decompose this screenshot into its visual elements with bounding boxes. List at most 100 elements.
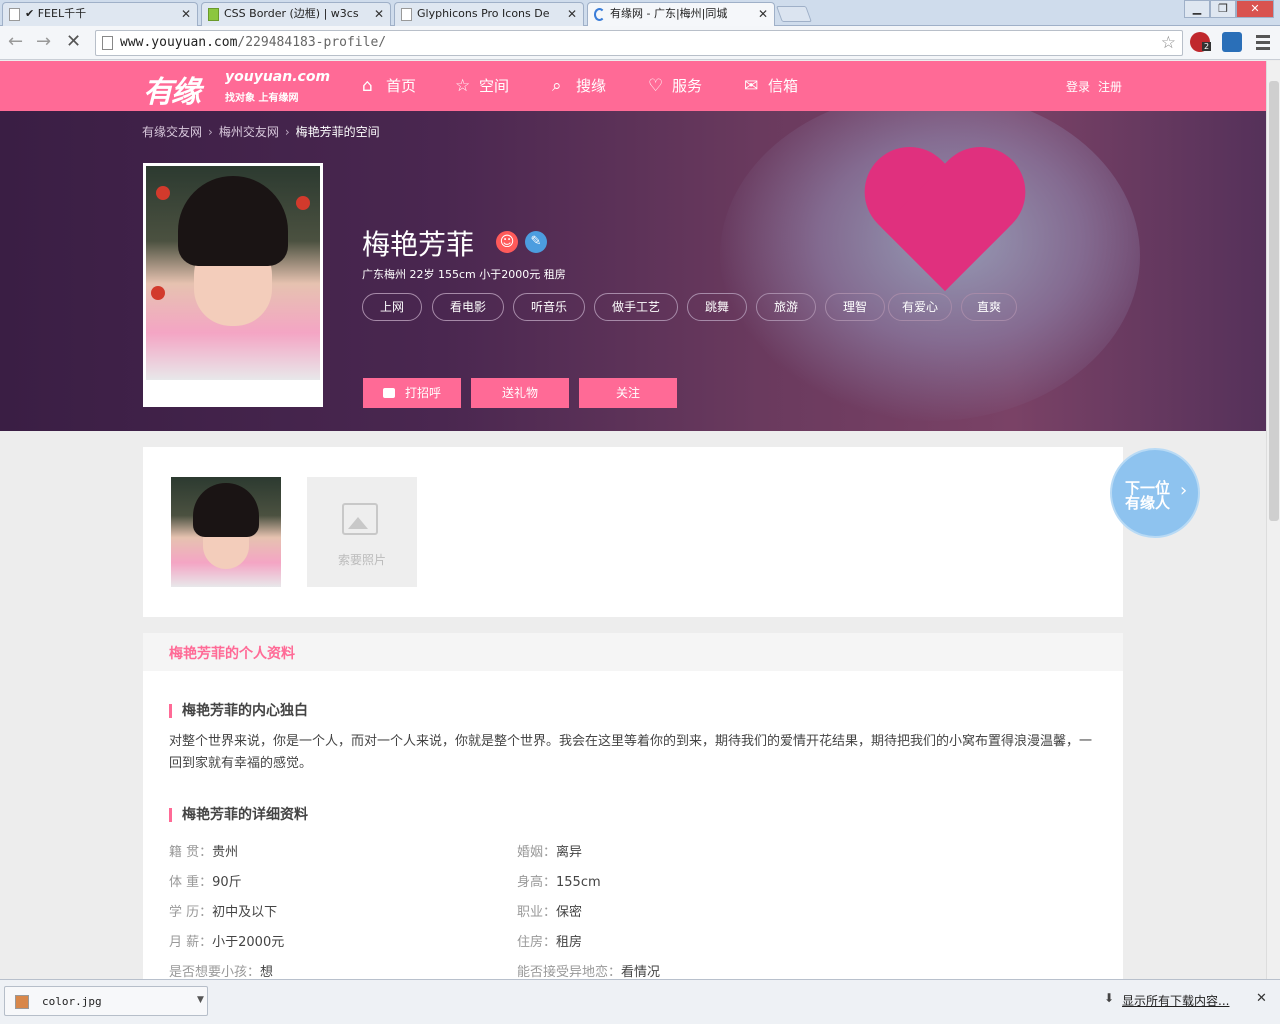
chat-icon (382, 388, 395, 398)
profile-header-title: 梅艳芳菲的个人资料 (169, 646, 295, 662)
image-file-icon (15, 995, 29, 1009)
minimize-button[interactable]: ▁ (1184, 0, 1210, 18)
bookmark-star-icon[interactable]: ☆ (1161, 33, 1176, 53)
home-icon: ⌂ (362, 76, 373, 96)
download-item[interactable]: color.jpg ▼ (4, 986, 208, 1016)
breadcrumb-home[interactable]: 有缘交友网 (142, 125, 202, 139)
logo-tagline: 找对象 上有缘网 (225, 93, 299, 104)
star-icon: ☆ (455, 76, 471, 96)
menu-icon[interactable] (1256, 32, 1270, 50)
loading-spinner-icon (594, 8, 605, 21)
new-tab-button[interactable] (776, 6, 812, 22)
tag: 理智 (825, 293, 885, 321)
smile-badge-icon[interactable]: ☺ (496, 231, 518, 253)
request-photo-button[interactable]: 索要照片 (307, 477, 417, 587)
profile-summary: 广东梅州 22岁 155cm 小于2000元 租房 (362, 268, 566, 281)
tag: 直爽 (961, 293, 1017, 321)
url-text[interactable]: www.youyuan.com/229484183-profile/ (120, 35, 386, 50)
field-hometown: 籍 贯：贵州 (169, 845, 239, 860)
field-long-distance: 能否接受异地恋：看情况 (517, 965, 661, 979)
close-download-bar-icon[interactable]: ✕ (1256, 991, 1267, 1006)
nav-service[interactable]: ♡ 服务 (648, 75, 702, 96)
tag: 做手工艺 (594, 293, 678, 321)
nav-search[interactable]: ⌕ 搜缘 (552, 75, 606, 96)
image-placeholder-icon (342, 503, 378, 535)
tab-youyuan[interactable]: 有缘网 - 广东|梅州|同城 ✕ (587, 2, 775, 26)
hair-shape (193, 483, 259, 537)
mail-icon: ✉ (744, 76, 759, 96)
breadcrumb-current: 梅艳芳菲的空间 (295, 125, 380, 139)
field-wants-children: 是否想要小孩：想 (169, 965, 274, 979)
tab-title: 有缘网 - 广东|梅州|同城 (610, 7, 728, 20)
close-tab-icon[interactable]: ✕ (567, 3, 577, 25)
next-label-line2: 有缘人 (1125, 494, 1171, 512)
page-icon (401, 8, 412, 21)
tab-w3cschool[interactable]: CSS Border (边框) | w3cs ✕ (201, 2, 391, 26)
photo-gallery: 索要照片 (143, 447, 1123, 617)
download-arrow-icon: ⬇ (1104, 991, 1115, 1005)
stop-icon[interactable]: ✕ (66, 31, 81, 52)
tab-title: ✔ FEEL千千 (25, 7, 87, 20)
profile-photo-image (146, 166, 320, 380)
follow-button[interactable]: 关注 (579, 378, 677, 408)
tab-feel[interactable]: ✔ FEEL千千 ✕ (2, 2, 198, 26)
register-link[interactable]: 注册 (1098, 80, 1122, 94)
login-link[interactable]: 登录 (1066, 80, 1090, 94)
scrollbar-thumb[interactable] (1269, 81, 1279, 521)
breadcrumb: 有缘交友网 › 梅州交友网 › 梅艳芳菲的空间 (142, 125, 380, 139)
close-tab-icon[interactable]: ✕ (181, 3, 191, 25)
logo[interactable]: 有缘 (143, 67, 201, 111)
tag: 旅游 (756, 293, 816, 321)
next-person-button[interactable]: 下一位 有缘人 › (1110, 448, 1200, 538)
send-gift-button[interactable]: 送礼物 (471, 378, 569, 408)
heart-decoration (860, 151, 1030, 301)
lantern-decoration (156, 186, 170, 200)
tab-title: CSS Border (边框) | w3cs (224, 7, 359, 20)
chevron-down-icon[interactable]: ▼ (197, 995, 204, 1005)
profile-details: 梅艳芳菲的个人资料 梅艳芳菲的内心独白 对整个世界来说，你是一个人，而对一个人来… (143, 633, 1123, 979)
nav-space[interactable]: ☆ 空间 (455, 75, 509, 96)
logo-domain: youyuan.com (225, 69, 331, 85)
browser-toolbar: ← → ✕ www.youyuan.com/229484183-profile/… (0, 26, 1280, 60)
tab-title: Glyphicons Pro Icons De (417, 7, 550, 20)
extension-icon[interactable] (1222, 32, 1242, 52)
edit-badge-icon[interactable]: ✎ (525, 231, 547, 253)
breadcrumb-city[interactable]: 梅州交友网 (219, 125, 279, 139)
site-header: 有缘 youyuan.com 找对象 上有缘网 ⌂ 首页 ☆ 空间 ⌕ 搜缘 ♡ 服务 … (0, 61, 1266, 111)
forward-arrow-icon[interactable]: → (36, 31, 51, 52)
search-icon: ⌕ (552, 76, 562, 96)
back-arrow-icon[interactable]: ← (8, 31, 23, 52)
tag: 有爱心 (888, 293, 952, 321)
close-tab-icon[interactable]: ✕ (758, 3, 768, 25)
w3c-favicon-icon (208, 8, 219, 21)
restore-button[interactable]: ❐ (1210, 0, 1236, 18)
download-bar: color.jpg ▼ ⬇ 显示所有下载内容... ✕ (0, 979, 1280, 1024)
profile-name: 梅艳芳菲 (362, 228, 475, 261)
vertical-scrollbar[interactable] (1266, 61, 1280, 979)
show-all-downloads-link[interactable]: 显示所有下载内容... (1122, 992, 1229, 1009)
tab-glyphicons[interactable]: Glyphicons Pro Icons De ✕ (394, 2, 584, 26)
profile-photo[interactable] (143, 163, 323, 407)
tag: 看电影 (432, 293, 504, 321)
monologue-text: 对整个世界来说，你是一个人，而对一个人来说，你就是整个世界。我会在这里等着你的到… (169, 734, 1093, 771)
tab-strip: ✔ FEEL千千 ✕ CSS Border (边框) | w3cs ✕ Glyp… (0, 0, 1280, 26)
field-housing: 住房：租房 (517, 935, 583, 950)
photo-thumbnail[interactable] (171, 477, 281, 587)
address-bar[interactable]: www.youyuan.com/229484183-profile/ ☆ (95, 30, 1183, 56)
nav-home[interactable]: ⌂ 首页 (362, 75, 416, 96)
close-tab-icon[interactable]: ✕ (374, 3, 384, 25)
field-occupation: 职业：保密 (517, 905, 583, 920)
web-page: 有缘 youyuan.com 找对象 上有缘网 ⌂ 首页 ☆ 空间 ⌕ 搜缘 ♡ 服务 … (0, 61, 1266, 979)
lantern-decoration (151, 286, 165, 300)
close-window-button[interactable]: ✕ (1236, 0, 1274, 18)
hair-shape (178, 176, 288, 266)
nav-mailbox[interactable]: ✉ 信箱 (744, 75, 798, 96)
greet-button[interactable]: 打招呼 (363, 378, 461, 408)
tag: 上网 (362, 293, 422, 321)
tag: 听音乐 (513, 293, 585, 321)
download-filename: color.jpg (42, 995, 102, 1008)
adblock-extension-icon[interactable]: 2 (1190, 32, 1212, 52)
field-salary: 月 薪：小于2000元 (169, 935, 285, 950)
field-marriage: 婚姻：离异 (517, 845, 583, 860)
extension-badge: 2 (1202, 42, 1212, 51)
